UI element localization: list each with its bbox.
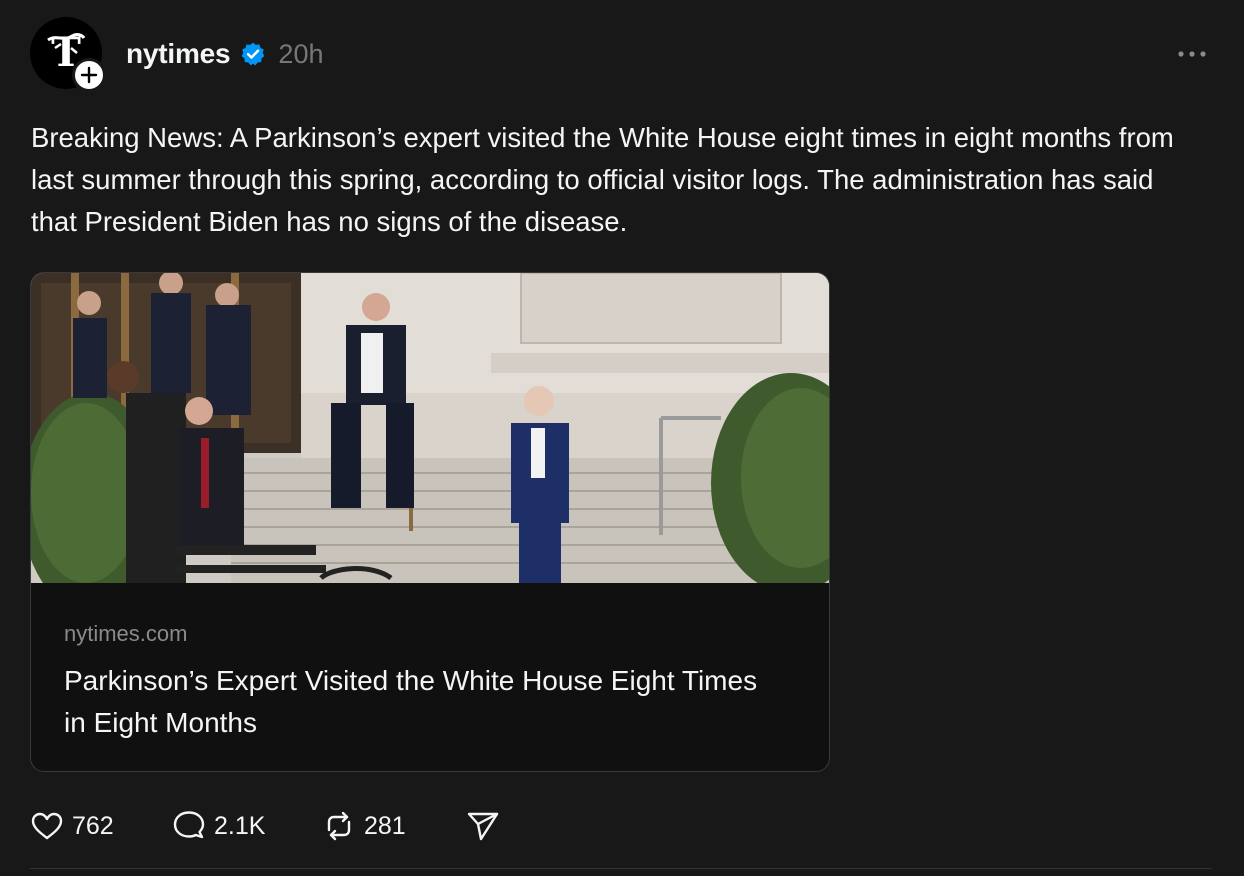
- share-button[interactable]: [466, 810, 500, 842]
- username[interactable]: nytimes: [126, 38, 231, 70]
- reply-button[interactable]: 2.1K: [172, 810, 322, 842]
- heart-icon: [31, 812, 63, 840]
- follow-button[interactable]: [72, 58, 106, 92]
- card-title: Parkinson’s Expert Visited the White Hou…: [64, 665, 758, 738]
- send-icon: [467, 812, 499, 841]
- post-text: Breaking News: A Parkinson’s expert visi…: [31, 122, 1174, 237]
- thread-post: T nytimes 20h Breaking News: A Parkinson…: [0, 0, 1244, 876]
- plus-icon: [80, 66, 98, 84]
- divider: [30, 868, 1212, 869]
- like-count: 762: [72, 811, 114, 840]
- repost-button[interactable]: 281: [322, 810, 466, 842]
- like-button[interactable]: 762: [30, 811, 172, 841]
- comment-icon: [173, 811, 205, 839]
- article-image: [31, 273, 829, 583]
- post-header: nytimes 20h: [126, 36, 323, 72]
- card-domain: nytimes.com: [64, 621, 188, 646]
- more-options-button[interactable]: [1174, 40, 1210, 68]
- action-bar: 762 2.1K 281: [30, 806, 500, 846]
- post-time[interactable]: 20h: [278, 39, 323, 70]
- repost-icon: [327, 811, 351, 841]
- verified-badge-icon: [240, 41, 266, 67]
- link-preview-card[interactable]: nytimes.com Parkinson’s Expert Visited t…: [30, 272, 830, 772]
- reply-count: 2.1K: [214, 811, 266, 840]
- more-options-icon: [1178, 51, 1206, 57]
- repost-count: 281: [364, 811, 406, 840]
